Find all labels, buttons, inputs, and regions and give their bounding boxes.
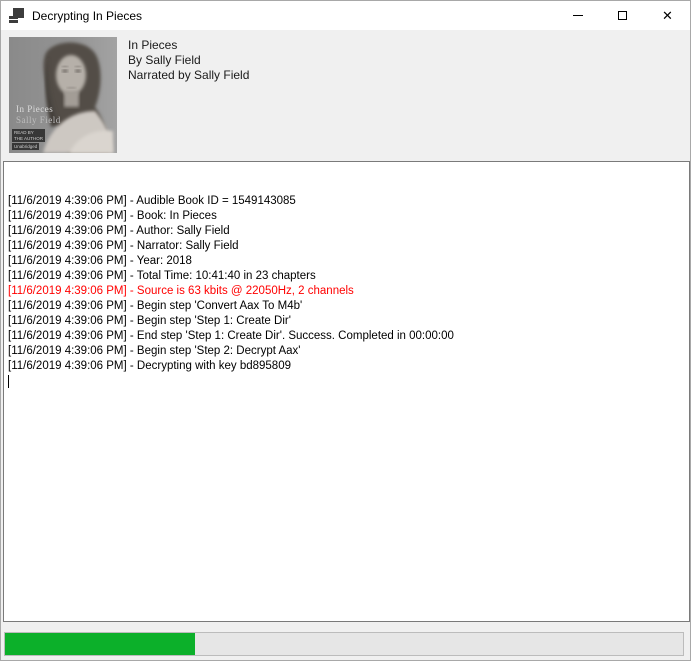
maximize-button[interactable] — [600, 1, 645, 30]
cover-author: Sally Field — [16, 115, 61, 125]
log-line: [11/6/2019 4:39:06 PM] - Begin step 'Ste… — [8, 344, 685, 359]
app-window: Decrypting In Pieces ✕ — [0, 0, 691, 661]
cover-read-by-badge: READ BY THE AUTHOR — [12, 129, 45, 142]
log-line: [11/6/2019 4:39:06 PM] - Source is 63 kb… — [8, 284, 685, 299]
log-line: [11/6/2019 4:39:06 PM] - Total Time: 10:… — [8, 269, 685, 284]
log-line: [11/6/2019 4:39:06 PM] - Decrypting with… — [8, 359, 685, 374]
log-line: [11/6/2019 4:39:06 PM] - Year: 2018 — [8, 254, 685, 269]
book-author: By Sally Field — [128, 53, 249, 68]
close-icon: ✕ — [662, 9, 673, 22]
title-bar[interactable]: Decrypting In Pieces ✕ — [1, 1, 690, 30]
progress-bar — [4, 632, 684, 656]
cover-title: In Pieces — [16, 104, 53, 114]
book-narrator: Narrated by Sally Field — [128, 68, 249, 83]
book-cover-image: In Pieces Sally Field READ BY THE AUTHOR… — [9, 37, 117, 153]
close-button[interactable]: ✕ — [645, 1, 690, 30]
log-line: [11/6/2019 4:39:06 PM] - Author: Sally F… — [8, 224, 685, 239]
maximize-icon — [618, 11, 627, 20]
log-textbox[interactable]: [11/6/2019 4:39:06 PM] - Audible Book ID… — [3, 161, 690, 622]
log-line: [11/6/2019 4:39:06 PM] - End step 'Step … — [8, 329, 685, 344]
log-line: [11/6/2019 4:39:06 PM] - Narrator: Sally… — [8, 239, 685, 254]
log-line: [11/6/2019 4:39:06 PM] - Book: In Pieces — [8, 209, 685, 224]
window-title: Decrypting In Pieces — [32, 9, 142, 23]
minimize-icon — [573, 15, 583, 16]
book-title: In Pieces — [128, 38, 249, 53]
cover-edition-badge: Unabridged — [12, 143, 39, 150]
text-caret — [8, 375, 9, 388]
book-info: In Pieces By Sally Field Narrated by Sal… — [128, 38, 249, 83]
caret-line — [8, 374, 685, 389]
log-line: [11/6/2019 4:39:06 PM] - Begin step 'Ste… — [8, 314, 685, 329]
log-line: [11/6/2019 4:39:06 PM] - Audible Book ID… — [8, 194, 685, 209]
app-icon — [9, 8, 24, 23]
log-line: [11/6/2019 4:39:06 PM] - Begin step 'Con… — [8, 299, 685, 314]
minimize-button[interactable] — [555, 1, 600, 30]
progress-bar-fill — [5, 633, 195, 655]
window-controls: ✕ — [555, 1, 690, 30]
